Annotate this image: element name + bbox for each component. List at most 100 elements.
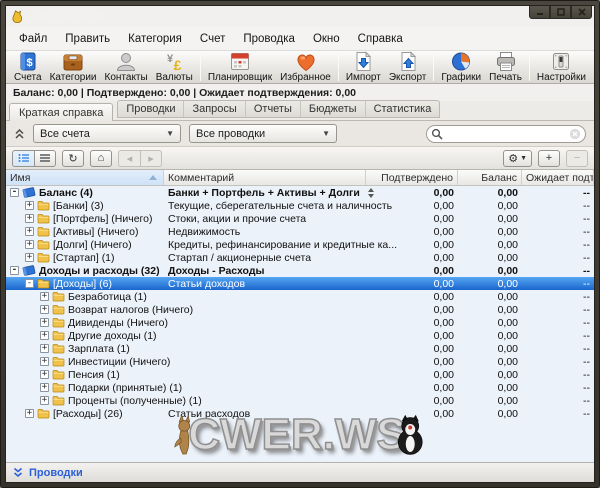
expand-expander-icon[interactable]: + (40, 331, 49, 340)
tree-row-item-зарплата-1[interactable]: + Зарплата (1) 0,00 0,00 -- (6, 342, 594, 355)
tree-row-item-безработица-1[interactable]: + Безработица (1) 0,00 0,00 -- (6, 290, 594, 303)
toolbar-item-планировщик[interactable]: Планировщик (204, 52, 276, 84)
tree-row-item-портфель-ничего[interactable]: + [Портфель] (Ничего) Стоки, акции и прочи… (6, 212, 594, 225)
column-header-item-подтверждено[interactable]: Подтверждено (366, 170, 458, 185)
toolbar-item-избранное[interactable]: Избранное (276, 52, 335, 84)
close-button[interactable] (571, 6, 592, 19)
menu-item-файл[interactable]: Файл (10, 30, 56, 48)
tree-row-item-дивиденды-ничего[interactable]: + Дивиденды (Ничего) 0,00 0,00 -- (6, 316, 594, 329)
search-field[interactable] (426, 124, 586, 143)
tree-row-item-стартап-1[interactable]: + [Стартап] (1) Стартап / акционерные счет… (6, 251, 594, 264)
tree-row-item-другие-доходы-1[interactable]: + Другие доходы (1) 0,00 0,00 -- (6, 329, 594, 342)
collapse-expander-icon[interactable]: - (10, 266, 19, 275)
refresh-button[interactable]: ↻ (62, 149, 84, 167)
accounts-filter-value: Все счета (40, 127, 90, 140)
tree-row-item-возврат-налогов-ничего[interactable]: + Возврат налогов (Ничего) 0,00 0,00 -- (6, 303, 594, 316)
menu-item-править[interactable]: Править (56, 30, 119, 48)
toolbar-item-валюты[interactable]: ¥ £ Валюты (152, 52, 197, 84)
expand-expander-icon[interactable]: + (40, 396, 49, 405)
collapse-expander-icon[interactable]: - (25, 279, 34, 288)
expand-expander-icon[interactable]: + (25, 227, 34, 236)
toolbar-item-настройки[interactable]: Настройки (533, 52, 590, 84)
expand-expander-icon[interactable]: + (40, 383, 49, 392)
tree-row-item-расходы-26[interactable]: + [Расходы] (26) Статьи расходов 0,00 0,00 -- (6, 407, 594, 420)
tree-row-item-баланс-4[interactable]: - Баланс (4) Банки + Портфель + Активы + Д… (6, 186, 594, 199)
maximize-button[interactable] (550, 6, 571, 19)
accounts-filter-select[interactable]: Все счета ▼ (33, 124, 181, 143)
confirmed-value: 0,00 (433, 290, 454, 303)
menu-item-счет[interactable]: Счет (191, 30, 234, 48)
tab-item-краткая-справка[interactable]: Краткая справка (9, 103, 114, 121)
row-comment-cell: Статьи доходов (164, 277, 366, 290)
collapse-expander-icon[interactable]: - (10, 188, 19, 197)
gear-menu-button[interactable]: ⚙ ▼ (503, 149, 532, 167)
column-header-item-комментарий[interactable]: Комментарий (164, 170, 366, 185)
column-header-item-баланс[interactable]: Баланс (458, 170, 522, 185)
tab-item-бюджеты[interactable]: Бюджеты (301, 101, 366, 117)
balance-value: 0,00 (497, 368, 518, 381)
pending-value: -- (583, 329, 590, 342)
menu-item-проводка[interactable]: Проводка (234, 30, 304, 48)
minimize-button[interactable] (529, 6, 550, 19)
confirmed-value: 0,00 (433, 264, 454, 277)
tree-row-item-доходы-6[interactable]: - [Доходы] (6) Статьи доходов 0,00 0,00 -- (6, 277, 594, 290)
toolbar-item-категории[interactable]: Категории (46, 52, 101, 84)
titlebar[interactable]: www.CWER.ws (6, 6, 594, 27)
expand-expander-icon[interactable]: + (40, 357, 49, 366)
toolbar-item-контакты[interactable]: Контакты (101, 52, 152, 84)
pending-value: -- (583, 342, 590, 355)
home-button[interactable]: ⌂ (90, 149, 112, 167)
tree-row-item-инвестиции-ничего[interactable]: + Инвестиции (Ничего) 0,00 0,00 -- (6, 355, 594, 368)
column-header-item-ожидает-подт[interactable]: Ожидает подт... (522, 170, 594, 185)
tree-row-item-подарки-принятые-1[interactable]: + Подарки (принятые) (1) 0,00 0,00 -- (6, 381, 594, 394)
toolbar-item-импорт[interactable]: Импорт (342, 51, 385, 84)
menu-item-категория[interactable]: Категория (119, 30, 191, 48)
column-header-item-имя[interactable]: Имя (6, 170, 164, 185)
tree-row-item-активы-ничего[interactable]: + [Активы] (Ничего) Недвижимость 0,00 0,00 -- (6, 225, 594, 238)
tree-row-item-пенсия-1[interactable]: + Пенсия (1) 0,00 0,00 -- (6, 368, 594, 381)
transactions-drawer-bar[interactable]: Проводки (6, 462, 594, 482)
expand-expander-icon[interactable]: + (40, 344, 49, 353)
tab-item-отчеты[interactable]: Отчеты (246, 101, 301, 117)
pending-value: -- (583, 368, 590, 381)
menu-item-окно[interactable]: Окно (304, 30, 349, 48)
expand-expander-icon[interactable]: + (25, 214, 34, 223)
tab-item-запросы[interactable]: Запросы (184, 101, 246, 117)
expand-expander-icon[interactable]: + (25, 201, 34, 210)
transactions-filter-select[interactable]: Все проводки ▼ (189, 124, 337, 143)
clear-search-icon[interactable] (569, 128, 581, 140)
back-button[interactable]: ◂ (118, 149, 140, 167)
toolbar-item-счета[interactable]: $ Счета (10, 52, 46, 84)
menu-item-справка[interactable]: Справка (349, 30, 412, 48)
tree-row-item-доходы-и-расходы-32[interactable]: - Доходы и расходы (32) Доходы - Расходы 0,… (6, 264, 594, 277)
pending-value: -- (583, 277, 590, 290)
expand-expander-icon[interactable]: + (40, 370, 49, 379)
expand-expander-icon[interactable]: + (40, 305, 49, 314)
expand-expander-icon[interactable]: + (25, 409, 34, 418)
expand-expander-icon[interactable]: + (25, 240, 34, 249)
forward-button[interactable]: ▸ (140, 149, 162, 167)
row-name-cell: + [Портфель] (Ничего) (6, 212, 164, 225)
toolbar-item-экспорт[interactable]: Экспорт (385, 51, 431, 84)
row-name-cell: + Возврат налогов (Ничего) (6, 303, 193, 316)
pending-value: -- (583, 355, 590, 368)
tree-row-item-проценты-полученные-1[interactable]: + Проценты (полученные) (1) 0,00 0,00 -- (6, 394, 594, 407)
tab-item-статистика[interactable]: Статистика (366, 101, 440, 117)
row-comment-cell: Стартап / акционерные счета (164, 251, 366, 264)
tree-row-item-долги-ничего[interactable]: + [Долги] (Ничего) Кредиты, рефинансирован… (6, 238, 594, 251)
column-header-label: Комментарий (168, 171, 235, 184)
collapse-filters-icon[interactable] (14, 128, 25, 140)
add-account-button[interactable]: + (538, 149, 560, 167)
toolbar-item-печать[interactable]: Печать (485, 52, 526, 84)
tab-item-проводки[interactable]: Проводки (118, 101, 185, 117)
remove-account-button[interactable]: − (566, 149, 588, 167)
list-view-compact-button[interactable] (34, 149, 56, 167)
confirmed-value: 0,00 (433, 381, 454, 394)
search-input[interactable] (446, 127, 566, 140)
expand-expander-icon[interactable]: + (25, 253, 34, 262)
list-view-detailed-button[interactable] (12, 149, 34, 167)
expand-expander-icon[interactable]: + (40, 292, 49, 301)
expand-expander-icon[interactable]: + (40, 318, 49, 327)
tree-row-item-банки-3[interactable]: + [Банки] (3) Текущие, сберегательные счет… (6, 199, 594, 212)
toolbar-item-графики[interactable]: Графики (437, 52, 485, 84)
